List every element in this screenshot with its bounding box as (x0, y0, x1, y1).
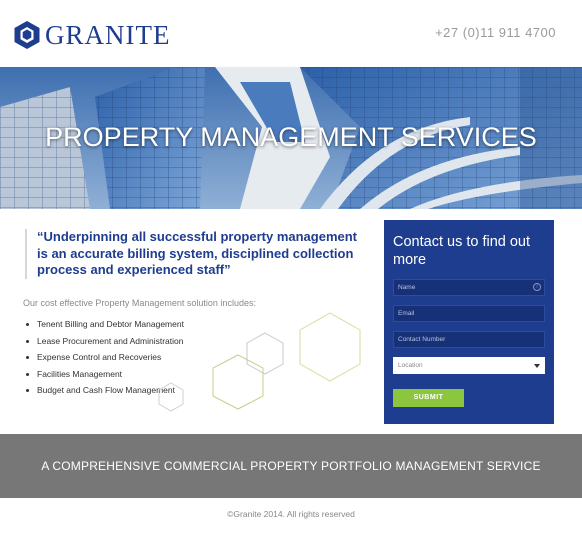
chevron-down-icon (534, 364, 540, 368)
email-placeholder: Email (398, 310, 415, 317)
logo-text: GRANITE (45, 20, 171, 50)
info-icon[interactable]: i (533, 283, 541, 291)
submit-button[interactable]: SUBMIT (393, 389, 464, 407)
banner-text: A COMPREHENSIVE COMMERCIAL PROPERTY PORT… (41, 459, 541, 473)
logo[interactable]: GRANITE (13, 20, 170, 50)
footer-copyright: ©Granite 2014. All rights reserved (227, 509, 355, 519)
name-placeholder: Name (398, 284, 416, 291)
contact-number-field[interactable]: Contact Number (393, 331, 545, 348)
quote-text: “Underpinning all successful property ma… (37, 229, 358, 277)
contact-form: Contact us to find out more Name i Email… (384, 220, 554, 424)
tagline-banner: A COMPREHENSIVE COMMERCIAL PROPERTY PORT… (0, 434, 582, 498)
contact-number-placeholder: Contact Number (398, 336, 446, 343)
location-select[interactable]: Location (393, 357, 545, 374)
site-header: GRANITE +27 (0)11 911 4700 (0, 0, 582, 67)
location-value: Location (398, 362, 423, 369)
hexagon-logo-icon (14, 21, 40, 49)
name-field[interactable]: Name i (393, 279, 545, 296)
phone-number[interactable]: +27 (0)11 911 4700 (435, 25, 556, 40)
hero-title: PROPERTY MANAGEMENT SERVICES (45, 122, 537, 152)
contact-title: Contact us to find out more (393, 234, 531, 268)
email-field[interactable]: Email (393, 305, 545, 322)
hexagon-decoration (158, 312, 361, 412)
quote-block: “Underpinning all successful property ma… (25, 229, 365, 279)
hero-banner: PROPERTY MANAGEMENT SERVICES (0, 67, 582, 209)
